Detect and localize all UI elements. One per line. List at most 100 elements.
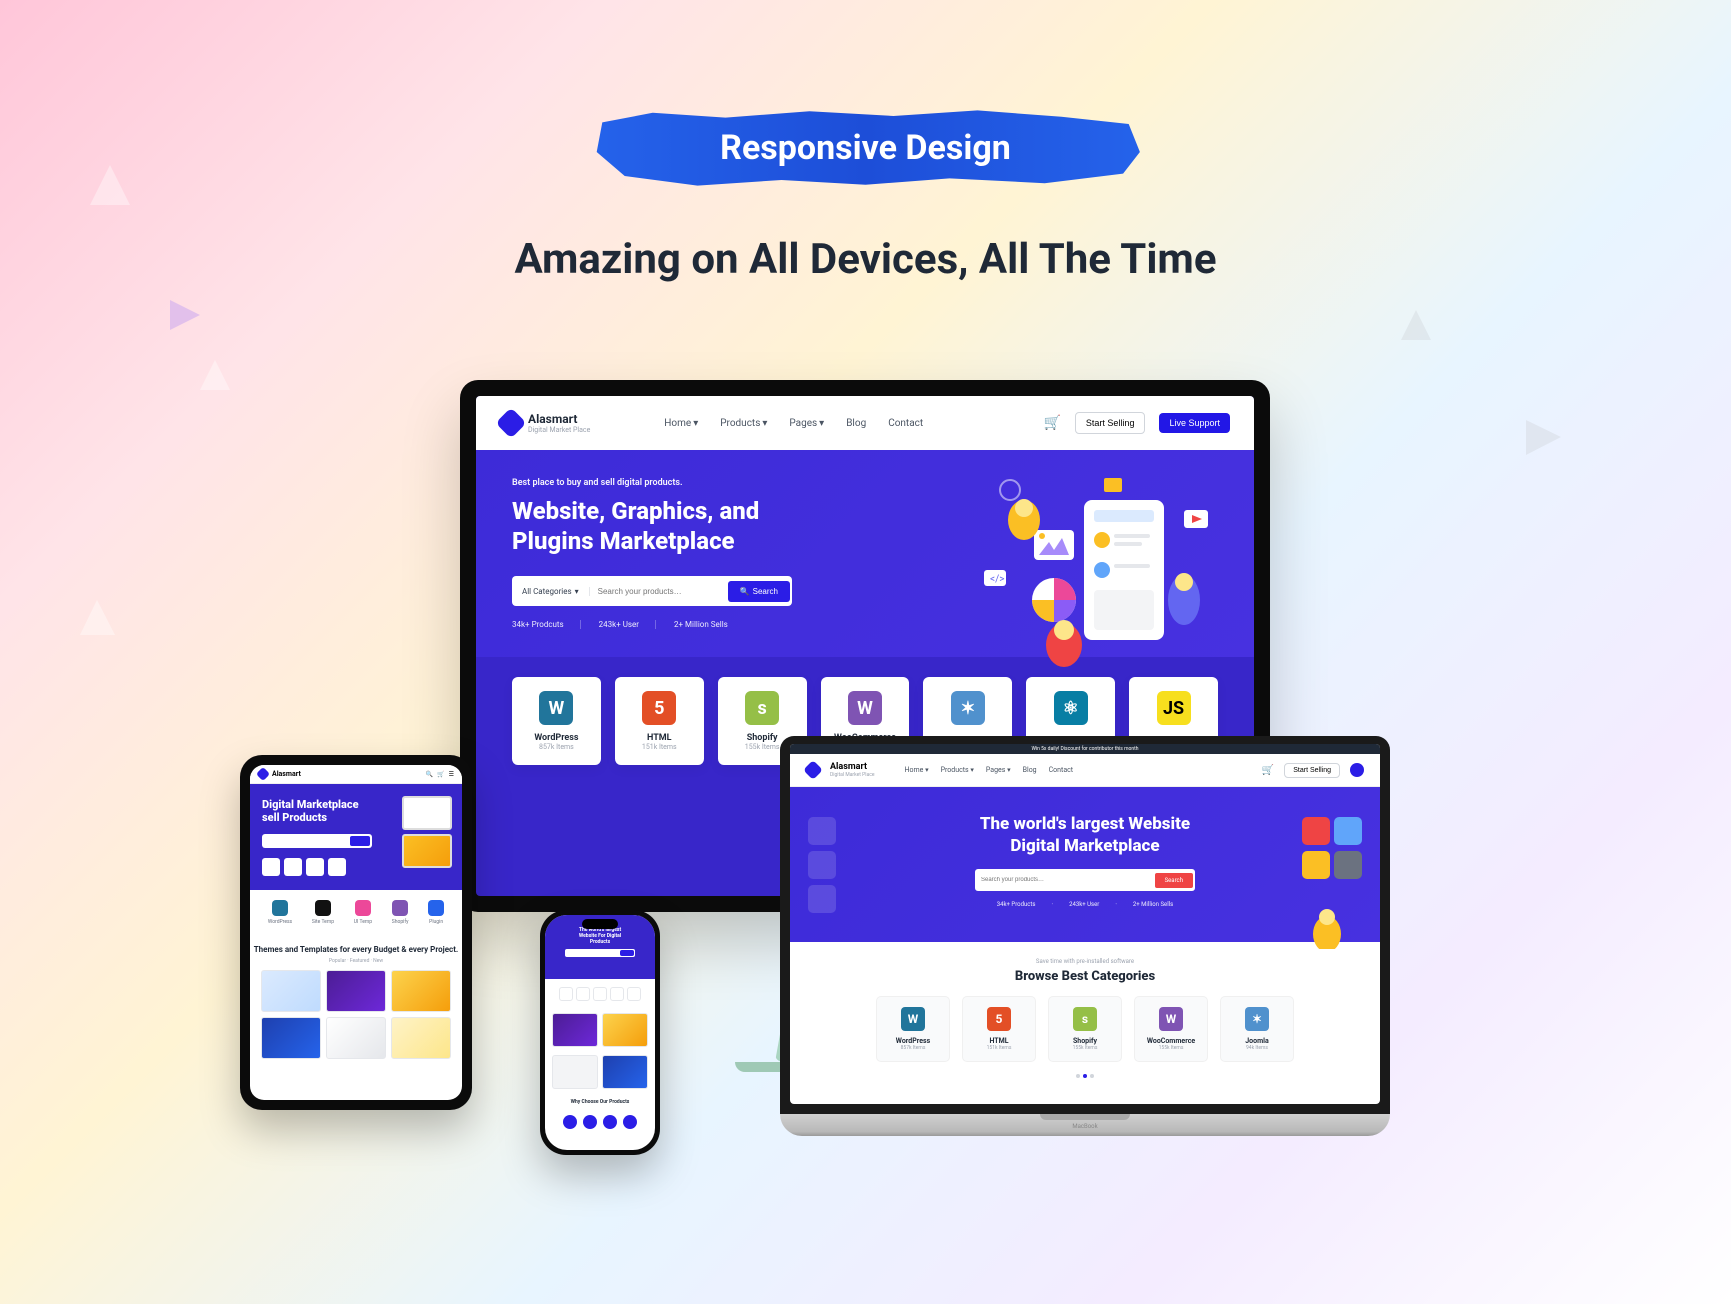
stat-sells: 2+ Million Sells <box>674 620 744 629</box>
brand-name: Alasmart <box>528 412 590 426</box>
nav-contact[interactable]: Contact <box>888 418 923 429</box>
nav-blog[interactable]: Blog <box>846 418 866 429</box>
phone-cat-icon[interactable] <box>610 987 624 1001</box>
hero-title: Website, Graphics, and Plugins Marketpla… <box>512 496 832 556</box>
browse-eyebrow: Save time with pre-installed software <box>790 942 1380 965</box>
phone-section-title: Why Choose Our Products <box>545 1093 655 1107</box>
phone-hero-title: The world's largest Website For Digital … <box>570 927 630 945</box>
product-card[interactable] <box>326 970 386 1012</box>
quick-icon[interactable] <box>306 858 324 876</box>
stat-users: 243k+ User <box>599 620 656 629</box>
cart-icon[interactable]: 🛒 <box>437 771 444 778</box>
site-nav: Alasmart Digital Market Place Home ▾ Pro… <box>476 396 1254 450</box>
tablet-cat[interactable]: Shopify <box>392 900 409 925</box>
search-input[interactable] <box>590 587 726 596</box>
nav-products[interactable]: Products ▾ <box>941 766 974 774</box>
laptop-hero-title: The world's largest WebsiteDigital Marke… <box>820 813 1350 857</box>
search-button[interactable]: Search <box>1155 873 1193 888</box>
brand-logo[interactable]: Alasmart Digital Market Place <box>500 412 590 434</box>
laptop-cat-joomla[interactable]: ✶Joomla94k Items <box>1220 996 1294 1062</box>
laptop-cat-woocommerce[interactable]: WWooCommerce155k Items <box>1134 996 1208 1062</box>
feature-badge-text: Responsive Design <box>720 128 1011 168</box>
menu-icon[interactable]: ☰ <box>449 771 454 778</box>
product-card[interactable] <box>261 1017 321 1059</box>
stat-products: 34k+ Prodcuts <box>512 620 581 629</box>
tablet-section-title: Themes and Templates for every Budget & … <box>250 935 462 958</box>
nav-blog[interactable]: Blog <box>1023 766 1037 774</box>
product-card[interactable] <box>391 970 451 1012</box>
nav-products[interactable]: Products ▾ <box>720 418 767 429</box>
tablet-hero: Digital Marketplace sell Products <box>250 784 462 890</box>
user-avatar-icon[interactable] <box>1350 763 1364 777</box>
feature-dot[interactable] <box>603 1115 617 1129</box>
nav-pages[interactable]: Pages ▾ <box>789 418 824 429</box>
laptop-stats: 34k+ Products · 243k+ User · 2+ Million … <box>820 901 1350 908</box>
logo-icon <box>256 767 270 781</box>
product-card[interactable] <box>552 1013 598 1047</box>
search-input[interactable] <box>975 877 1155 883</box>
laptop-cat-wordpress[interactable]: WWordPress857k Items <box>876 996 950 1062</box>
product-card[interactable] <box>326 1017 386 1059</box>
tablet-cat[interactable]: Site Temp <box>312 900 334 925</box>
phone-cat-icon[interactable] <box>627 987 641 1001</box>
product-card[interactable] <box>602 1055 648 1089</box>
laptop-mockup: Win 5x daily! Discount for contributor t… <box>780 736 1390 1136</box>
product-card[interactable] <box>261 970 321 1012</box>
subheadline: Amazing on All Devices, All The Time <box>0 235 1731 284</box>
search-bar: All Categories ▾ 🔍 Search <box>512 576 792 606</box>
feature-dot[interactable] <box>623 1115 637 1129</box>
cart-icon[interactable]: 🛒 <box>1262 765 1274 776</box>
hero-illustration: </> <box>954 470 1224 670</box>
laptop-hero: The world's largest WebsiteDigital Marke… <box>790 787 1380 942</box>
feature-dot[interactable] <box>563 1115 577 1129</box>
phone-cat-icon[interactable] <box>593 987 607 1001</box>
brand-tagline: Digital Market Place <box>528 426 590 434</box>
quick-icon[interactable] <box>328 858 346 876</box>
feature-badge: Responsive Design <box>586 108 1146 188</box>
laptop-cat-html[interactable]: 5HTML151k Items <box>962 996 1036 1062</box>
phone-cat-icon[interactable] <box>559 987 573 1001</box>
quick-icon[interactable] <box>262 858 280 876</box>
carousel-dots[interactable] <box>790 1070 1380 1082</box>
tablet-cat[interactable]: Plugin <box>428 900 444 925</box>
brand-tagline: Digital Market Place <box>830 772 874 778</box>
tablet-cat[interactable]: UI Temp <box>354 900 372 925</box>
tablet-cat[interactable]: WordPress <box>268 900 292 925</box>
feature-dot[interactable] <box>583 1115 597 1129</box>
laptop-cat-shopify[interactable]: sShopify155k Items <box>1048 996 1122 1062</box>
tablet-nav: Alasmart 🔍 🛒 ☰ <box>250 765 462 784</box>
brand-name: Alasmart <box>830 762 874 772</box>
search-category-dropdown[interactable]: All Categories ▾ <box>512 587 590 596</box>
macbook-label: MacBook <box>1072 1123 1097 1130</box>
tablet-mockup: Alasmart 🔍 🛒 ☰ Digital Marketplace sell … <box>240 755 472 1110</box>
nav-home[interactable]: Home ▾ <box>904 766 928 774</box>
phone-search[interactable] <box>565 949 635 957</box>
nav-home[interactable]: Home ▾ <box>664 418 698 429</box>
product-card[interactable] <box>602 1013 648 1047</box>
tablet-filter-row: Popular · Featured · New <box>250 958 462 964</box>
cart-icon[interactable]: 🛒 <box>1043 415 1060 431</box>
logo-icon <box>803 760 823 780</box>
search-button[interactable]: 🔍 Search <box>728 581 790 602</box>
preview-card <box>402 796 452 830</box>
tablet-product-grid <box>250 970 462 1067</box>
search-icon[interactable]: 🔍 <box>426 771 433 778</box>
nav-contact[interactable]: Contact <box>1049 766 1073 774</box>
hero-illustration-right <box>1302 817 1362 949</box>
quick-icon[interactable] <box>284 858 302 876</box>
phone-cat-icon[interactable] <box>576 987 590 1001</box>
nav-pages[interactable]: Pages ▾ <box>986 766 1011 774</box>
laptop-topbar: Win 5x daily! Discount for contributor t… <box>790 744 1380 754</box>
tablet-search[interactable] <box>262 834 372 848</box>
laptop-categories: WWordPress857k Items 5HTML151k Items sSh… <box>790 996 1380 1070</box>
laptop-search[interactable]: Search <box>975 869 1195 891</box>
category-card-wordpress[interactable]: WWordPress857k Items <box>512 677 601 765</box>
start-selling-button[interactable]: Start Selling <box>1075 412 1146 434</box>
live-support-button[interactable]: Live Support <box>1159 413 1230 433</box>
phone-category-icons <box>545 979 655 1009</box>
start-selling-button[interactable]: Start Selling <box>1284 763 1340 778</box>
product-card[interactable] <box>391 1017 451 1059</box>
category-card-html[interactable]: 5HTML151k Items <box>615 677 704 765</box>
hero-illustration-left <box>808 817 836 913</box>
product-card[interactable] <box>552 1055 598 1089</box>
